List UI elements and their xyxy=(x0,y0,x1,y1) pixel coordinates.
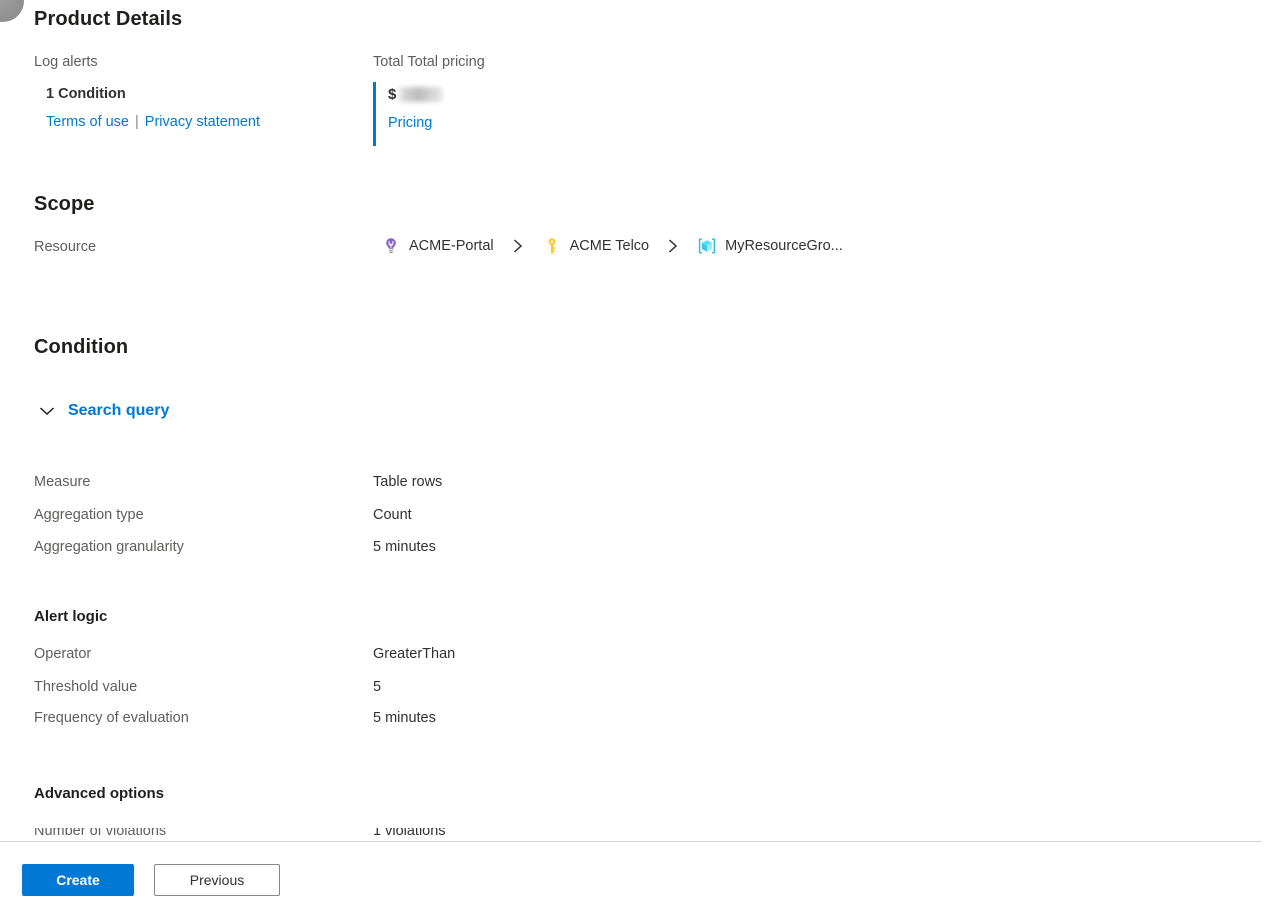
row-measure: Measure Table rows xyxy=(34,474,1034,498)
operator-value: GreaterThan xyxy=(373,646,456,662)
currency-symbol: $ xyxy=(388,85,397,103)
resource-group-icon xyxy=(697,236,717,256)
aggregation-type-label: Aggregation type xyxy=(34,507,144,523)
key-icon xyxy=(542,236,562,256)
breadcrumb-item-resource-group[interactable]: MyResourceGro... xyxy=(697,236,843,256)
frequency-of-evaluation-label: Frequency of evaluation xyxy=(34,710,189,726)
row-aggregation-type: Aggregation type Count xyxy=(34,507,1034,531)
previous-button[interactable]: Previous xyxy=(154,864,280,896)
condition-count-value: 1 Condition xyxy=(46,86,126,102)
frequency-of-evaluation-value: 5 minutes xyxy=(373,710,436,726)
search-query-label: Search query xyxy=(68,402,170,419)
resource-label: Resource xyxy=(34,239,97,255)
threshold-value-value: 5 xyxy=(373,679,382,695)
condition-heading: Condition xyxy=(34,336,129,358)
tenant-icon xyxy=(381,236,401,256)
row-number-of-violations: Number of violations 1 violations xyxy=(34,828,1034,841)
log-alerts-label: Log alerts xyxy=(34,54,98,70)
search-query-toggle[interactable]: Search query xyxy=(38,402,169,420)
row-aggregation-granularity: Aggregation granularity 5 minutes xyxy=(34,539,1034,563)
breadcrumb-label-subscription: ACME Telco xyxy=(569,238,650,254)
alert-logic-heading: Alert logic xyxy=(34,608,108,625)
create-button[interactable]: Create xyxy=(22,864,134,896)
measure-value: Table rows xyxy=(373,474,443,490)
operator-label: Operator xyxy=(34,646,92,662)
breadcrumb-label-tenant: ACME-Portal xyxy=(409,238,494,254)
terms-of-use-link[interactable]: Terms of use xyxy=(46,114,129,130)
row-threshold-value: Threshold value 5 xyxy=(34,679,1034,703)
total-pricing-label: Total Total pricing xyxy=(373,54,485,70)
number-of-violations-label: Number of violations xyxy=(34,828,167,839)
threshold-value-label: Threshold value xyxy=(34,679,138,695)
scope-heading: Scope xyxy=(34,193,95,215)
redacted-price-value xyxy=(399,86,444,102)
chevron-down-icon xyxy=(38,404,56,418)
advanced-options-heading: Advanced options xyxy=(34,785,165,802)
review-content-scroll-area[interactable]: Product Details Log alerts 1 Condition T… xyxy=(0,0,1287,841)
pricing-link[interactable]: Pricing xyxy=(388,115,432,131)
aggregation-granularity-value: 5 minutes xyxy=(373,539,436,555)
footer-action-bar: Create Previous xyxy=(0,842,1287,915)
aggregation-type-value: Count xyxy=(373,507,412,523)
measure-label: Measure xyxy=(34,474,91,490)
price-amount-row: $ xyxy=(388,82,444,106)
link-separator: | xyxy=(135,114,139,130)
row-frequency-of-evaluation: Frequency of evaluation 5 minutes xyxy=(34,710,1034,734)
legal-links: Terms of use | Privacy statement xyxy=(46,114,260,130)
breadcrumb-item-subscription[interactable]: ACME Telco xyxy=(542,236,650,256)
aggregation-granularity-label: Aggregation granularity xyxy=(34,539,184,555)
scope-breadcrumb: ACME-Portal ACME Telco MyResourceGro... xyxy=(381,236,843,256)
privacy-statement-link[interactable]: Privacy statement xyxy=(145,114,260,130)
chevron-right-icon xyxy=(667,238,679,254)
create-alert-rule-review-page: Product Details Log alerts 1 Condition T… xyxy=(0,0,1287,915)
breadcrumb-label-resource-group: MyResourceGro... xyxy=(725,238,843,254)
chevron-right-icon xyxy=(512,238,524,254)
number-of-violations-value: 1 violations xyxy=(373,828,446,839)
breadcrumb-item-tenant[interactable]: ACME-Portal xyxy=(381,236,494,256)
pricing-block: $ Pricing xyxy=(373,82,444,146)
row-operator: Operator GreaterThan xyxy=(34,646,1034,670)
product-details-heading: Product Details xyxy=(34,8,183,30)
